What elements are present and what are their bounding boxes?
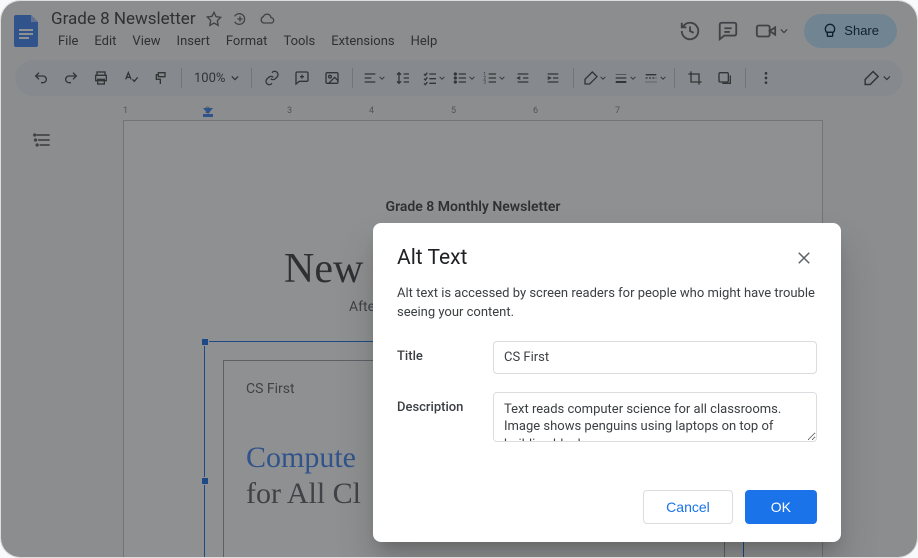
dialog-description: Alt text is accessed by screen readers f… — [397, 285, 817, 323]
close-button[interactable] — [791, 245, 817, 271]
title-input[interactable] — [493, 341, 817, 374]
ok-button[interactable]: OK — [745, 490, 817, 524]
cancel-button[interactable]: Cancel — [643, 490, 733, 524]
description-input[interactable]: Text reads computer science for all clas… — [493, 392, 817, 442]
dialog-title: Alt Text — [397, 246, 467, 270]
title-label: Title — [397, 341, 477, 374]
description-label: Description — [397, 392, 477, 446]
alt-text-dialog: Alt Text Alt text is accessed by screen … — [373, 223, 841, 542]
